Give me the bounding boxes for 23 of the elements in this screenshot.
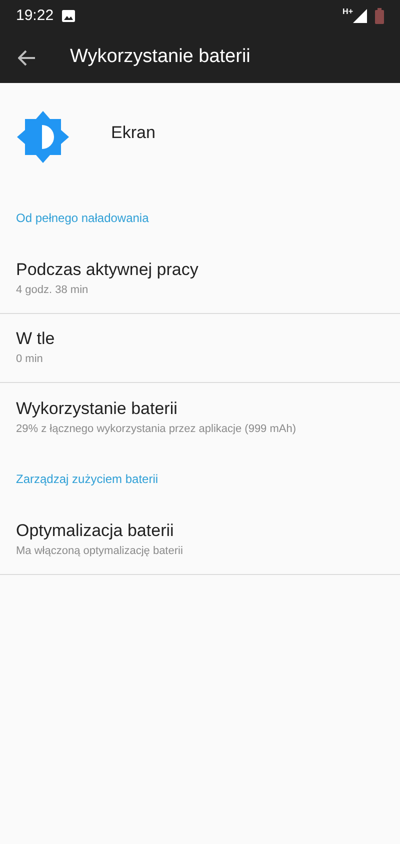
- app-name: Ekran: [111, 122, 156, 144]
- network-type: H+: [342, 6, 353, 18]
- battery-icon: [375, 8, 384, 24]
- item-title: Podczas aktywnej pracy: [16, 259, 200, 280]
- signal-icon: [353, 9, 367, 23]
- brightness-icon: [17, 111, 69, 163]
- status-time: 19:22: [16, 6, 54, 26]
- item-summary: 4 godz. 38 min: [16, 283, 90, 298]
- image-icon: [62, 10, 75, 22]
- toolbar-title: Wykorzystanie baterii: [70, 45, 250, 70]
- item-title: Optymalizacja baterii: [16, 520, 175, 542]
- settings-item[interactable]: Wykorzystanie baterii 29% z łącznego wykorzystania przez aplikacje (999 mAh): [0, 383, 400, 452]
- section-header: Zarządzaj zużyciem baterii: [16, 471, 158, 488]
- section-header: Od pełnego naładowania: [16, 210, 149, 227]
- item-summary: 29% z łącznego wykorzystania przez aplikacje (999 mAh): [16, 422, 298, 437]
- settings-item[interactable]: W tle 0 min: [0, 314, 400, 383]
- item-title: W tle: [16, 328, 56, 350]
- settings-item[interactable]: Optymalizacja baterii Ma włączoną optymalizację baterii: [0, 506, 400, 575]
- back-arrow-icon: [18, 50, 36, 66]
- item-summary: 0 min: [16, 352, 44, 368]
- settings-item[interactable]: Podczas aktywnej pracy 4 godz. 38 min: [0, 245, 400, 314]
- item-title: Wykorzystanie baterii: [16, 398, 178, 419]
- item-summary: Ma włączoną optymalizację baterii: [16, 544, 184, 560]
